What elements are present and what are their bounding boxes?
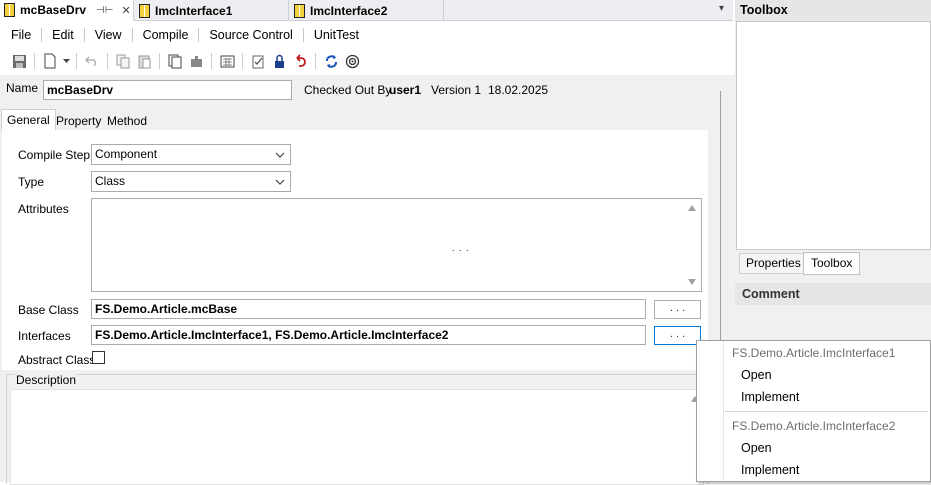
comment-header: Comment [735,283,931,305]
context-menu-header-interface1: FS.Demo.Article.ImcInterface1 [732,346,896,360]
menu-compile[interactable]: Compile [133,24,199,46]
name-field[interactable]: mcBaseDrv [43,80,292,100]
compile-step-label: Compile Step [18,148,91,162]
interfaces-field[interactable]: FS.Demo.Article.ImcInterface1, FS.Demo.A… [91,325,646,345]
tab-imcinterface2[interactable]: ImcInterface2 [290,0,444,21]
base-class-field[interactable]: FS.Demo.Article.mcBase [91,299,646,319]
copy-icon[interactable] [114,52,132,70]
interfaces-label: Interfaces [18,329,71,343]
dropdown-arrow-icon[interactable] [62,52,70,70]
name-label: Name [6,81,39,95]
attributes-textarea[interactable]: . . . [91,198,702,292]
checked-out-label: Checked Out By [304,83,392,97]
general-tab-page: Compile Step Component Type Class Attrib… [2,130,708,370]
menu-unittest[interactable]: UnitTest [304,24,369,46]
new-document-icon[interactable] [41,52,59,70]
context-menu-open-interface2[interactable]: Open [697,437,930,459]
tab-label: mcBaseDrv [20,3,87,17]
undo-icon[interactable] [83,52,101,70]
interfaces-context-menu: FS.Demo.Article.ImcInterface1 Open Imple… [696,340,931,482]
tab-mcbasedrv[interactable]: mcBaseDrv ⊣⊢ ✕ [0,0,134,21]
toolbox-title: Toolbox [740,3,788,17]
checklist-icon[interactable] [249,52,267,70]
checked-out-user: user1 [389,83,422,97]
compile-step-select[interactable]: Component [91,144,291,165]
tab-label: ImcInterface2 [310,3,388,18]
interfaces-browse-button[interactable]: . . . [654,326,701,345]
document-tab-bar: mcBaseDrv ⊣⊢ ✕ ImcInterface1 ImcInterfac… [0,0,733,21]
save-icon[interactable] [10,52,28,70]
revert-icon[interactable] [291,52,309,70]
type-label: Type [18,175,45,189]
date-label: 18.02.2025 [488,83,549,97]
refresh-icon[interactable] [322,52,340,70]
description-group: Description [6,373,708,485]
chevron-down-icon [275,179,285,185]
menu-source-control[interactable]: Source Control [199,24,302,46]
tab-imcinterface1[interactable]: ImcInterface1 [135,0,289,21]
lock-user-icon[interactable] [270,52,288,70]
menu-bar: File Edit View Compile Source Control Un… [0,24,733,46]
context-menu-implement-interface2[interactable]: Implement [697,459,930,481]
context-menu-implement-interface1[interactable]: Implement [697,386,930,408]
plugin-icon[interactable] [187,52,205,70]
editor-area: Name mcBaseDrv Checked Out By user1 Vers… [0,75,735,485]
attributes-scrollbar[interactable] [684,199,701,291]
context-menu-header-interface2: FS.Demo.Article.ImcInterface2 [732,419,896,433]
calculator-icon[interactable] [218,52,236,70]
base-class-browse-button[interactable]: . . . [654,300,701,319]
description-label: Description [15,373,78,387]
target-icon[interactable] [343,52,361,70]
toolbar [0,48,733,74]
scroll-up-icon[interactable] [688,205,696,211]
menu-edit[interactable]: Edit [42,24,84,46]
toolbox-header: Toolbox [735,0,931,21]
tab-label: ImcInterface1 [155,3,233,18]
abstract-class-checkbox[interactable] [92,351,105,364]
interface-file-icon [139,3,150,18]
base-class-label: Base Class [18,303,79,317]
type-select[interactable]: Class [91,171,291,192]
description-textarea[interactable] [10,389,704,485]
tab-properties[interactable]: Properties [739,253,808,274]
type-value: Class [95,174,126,188]
context-menu-separator [725,411,928,412]
menu-view[interactable]: View [85,24,132,46]
comment-title: Comment [742,287,800,301]
tab-method[interactable]: Method [102,111,152,131]
scroll-down-icon[interactable] [688,279,696,285]
attributes-label: Attributes [18,202,69,216]
compile-step-value: Component [95,147,158,161]
close-icon[interactable]: ✕ [121,4,130,17]
toolbox-content[interactable] [736,21,931,250]
tab-list-dropdown-icon[interactable]: ▾ [719,3,724,14]
interface-file-icon [294,3,305,18]
class-file-icon [4,3,15,17]
duplicate-icon[interactable] [166,52,184,70]
tab-toolbox[interactable]: Toolbox [803,252,861,275]
tab-general[interactable]: General [1,109,56,131]
context-menu-open-interface1[interactable]: Open [697,364,930,386]
paste-icon[interactable] [135,52,153,70]
menu-file[interactable]: File [1,24,41,46]
version-label: Version 1 [431,83,482,97]
attributes-ellipsis: . . . [452,243,470,253]
pin-icon[interactable]: ⊣⊢ [96,5,113,16]
chevron-down-icon [275,152,285,158]
tab-property[interactable]: Property [51,111,106,131]
abstract-class-label: Abstract Class [18,353,96,367]
subtab-bar: General Property Method [0,109,708,131]
